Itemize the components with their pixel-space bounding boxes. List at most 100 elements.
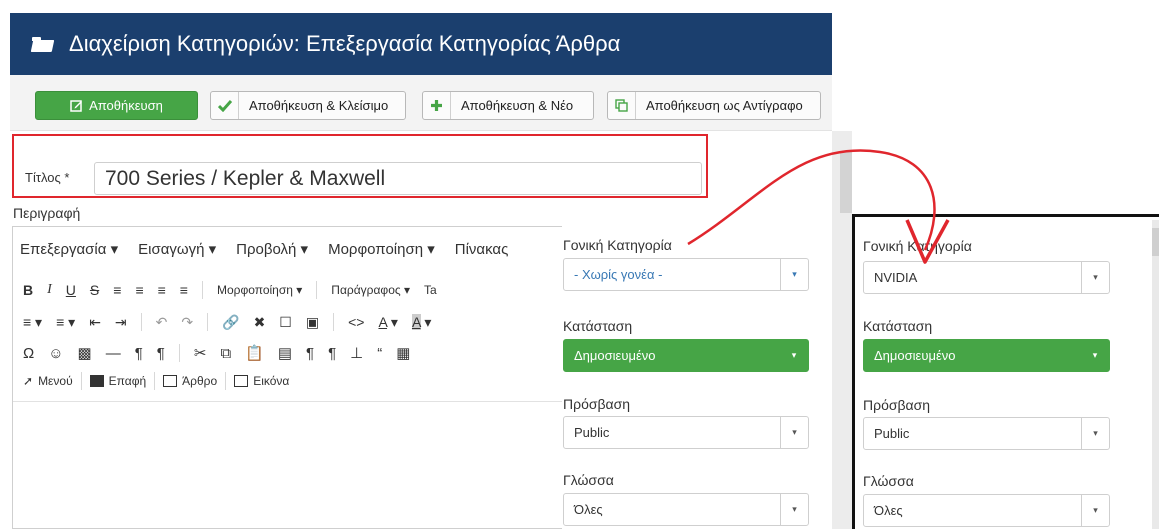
save-close-button[interactable]: Αποθήκευση & Κλείσιμο bbox=[210, 91, 406, 120]
right-scrollbar-thumb[interactable] bbox=[1152, 228, 1159, 256]
toolbar-divider bbox=[225, 372, 227, 390]
chevron-down-icon: ▾ bbox=[1081, 495, 1109, 526]
rtl-icon[interactable]: ¶ bbox=[157, 345, 165, 362]
menu-view[interactable]: Προβολή ▾ bbox=[236, 240, 308, 258]
parent-category-label: Γονική Κατηγορία bbox=[863, 238, 972, 254]
menu-table[interactable]: Πίνακας bbox=[455, 241, 509, 258]
category-options-after: Γονική Κατηγορία NVIDIA ▾ Κατάσταση Δημο… bbox=[852, 214, 1159, 529]
access-select[interactable]: Public ▾ bbox=[563, 416, 809, 449]
editor-toolbar-row-1: B I U S ≡ ≡ ≡ ≡ Μορφοποίηση ▾ Παράγραφος… bbox=[13, 279, 572, 301]
paste-icon[interactable]: 📋 bbox=[245, 344, 264, 362]
italic-icon[interactable]: I bbox=[47, 282, 52, 298]
contact-insert-button[interactable]: Επαφή bbox=[89, 374, 146, 388]
toolbar-divider bbox=[154, 372, 156, 390]
access-select[interactable]: Public ▾ bbox=[863, 417, 1110, 450]
page-title: Διαχείριση Κατηγοριών: Επεξεργασία Κατηγ… bbox=[69, 31, 621, 56]
undo-icon[interactable]: ↶ bbox=[156, 314, 168, 331]
plus-icon bbox=[423, 92, 451, 119]
parent-category-select[interactable]: - Χωρίς γονέα - ▾ bbox=[563, 258, 809, 291]
article-insert-label: Άρθρο bbox=[182, 374, 218, 388]
language-select[interactable]: Όλες ▾ bbox=[863, 494, 1110, 527]
omega-icon[interactable]: Ω bbox=[23, 345, 34, 362]
anchor-icon[interactable]: ⊥ bbox=[350, 344, 363, 362]
article-insert-button[interactable]: Άρθρο bbox=[163, 374, 217, 388]
align-center-icon[interactable]: ≡ bbox=[135, 282, 143, 298]
save-new-label: Αποθήκευση & Νέο bbox=[461, 98, 574, 113]
chevron-down-icon: ▾ bbox=[1081, 418, 1109, 449]
status-label: Κατάσταση bbox=[863, 318, 933, 334]
cut-icon[interactable]: ✂ bbox=[194, 344, 207, 362]
underline-icon[interactable]: U bbox=[66, 282, 76, 298]
right-scrollbar[interactable] bbox=[1152, 220, 1159, 529]
scrollbar-track[interactable] bbox=[832, 131, 852, 529]
code-icon[interactable]: <> bbox=[348, 314, 364, 330]
more-dropdown-icon[interactable]: Ta bbox=[424, 283, 437, 297]
indent-icon[interactable]: ⇥ bbox=[115, 314, 127, 331]
status-select[interactable]: Δημοσιευμένο ▾ bbox=[563, 339, 809, 372]
image-insert-label: Εικόνα bbox=[253, 374, 290, 388]
access-value: Public bbox=[874, 426, 910, 441]
editor-toolbar-row-3: Ω ☺ ▩ — ¶ ¶ ✂ ⧉ 📋 ▤ ¶ ¶ ⊥ “ ▦ bbox=[13, 341, 572, 365]
language-select[interactable]: Όλες ▾ bbox=[563, 493, 809, 526]
outdent-icon[interactable]: ⇤ bbox=[89, 314, 101, 331]
image-icon[interactable]: ▣ bbox=[306, 314, 319, 331]
media-icon[interactable]: ▩ bbox=[78, 344, 92, 362]
toolbar-divider bbox=[80, 372, 82, 390]
status-select[interactable]: Δημοσιευμένο ▾ bbox=[863, 339, 1110, 372]
language-value: Όλες bbox=[574, 502, 603, 517]
paste-text-icon[interactable]: ▤ bbox=[278, 344, 292, 362]
menu-insert-button[interactable]: ➚ Μενού bbox=[23, 374, 73, 388]
align-left-icon[interactable]: ≡ bbox=[113, 282, 121, 298]
editor-menubar: Επεξεργασία ▾ Εισαγωγή ▾ Προβολή ▾ Μορφο… bbox=[13, 227, 572, 271]
text-color-icon[interactable]: A ▾ bbox=[378, 314, 398, 331]
image-insert-button[interactable]: Εικόνα bbox=[234, 374, 289, 388]
category-options-before: Γονική Κατηγορία - Χωρίς γονέα - ▾ Κατάσ… bbox=[562, 204, 832, 529]
link-icon[interactable]: 🔗 bbox=[222, 314, 239, 331]
bookmark-icon[interactable]: ☐ bbox=[279, 314, 292, 331]
redo-icon[interactable]: ↷ bbox=[181, 314, 193, 331]
editor-toolbar-row-2: ≡ ▾ ≡ ▾ ⇤ ⇥ ↶ ↷ 🔗 ✖ ☐ ▣ <> A ▾ A ▾ bbox=[13, 311, 572, 333]
align-justify-icon[interactable]: ≡ bbox=[180, 282, 188, 298]
bullet-list-icon[interactable]: ≡ ▾ bbox=[23, 314, 42, 331]
copy-icon[interactable]: ⧉ bbox=[220, 345, 231, 362]
bold-icon[interactable]: B bbox=[23, 282, 33, 298]
toolbar-divider bbox=[207, 313, 209, 331]
menu-insert-label: Μενού bbox=[38, 374, 73, 388]
background-color-icon[interactable]: A ▾ bbox=[411, 313, 431, 331]
status-value: Δημοσιευμένο bbox=[874, 348, 956, 363]
language-label: Γλώσσα bbox=[563, 472, 614, 488]
access-value: Public bbox=[574, 425, 610, 440]
copy-icon bbox=[608, 92, 636, 119]
scrollbar-thumb[interactable] bbox=[840, 151, 852, 213]
parent-category-select[interactable]: NVIDIA ▾ bbox=[863, 261, 1110, 294]
save-new-button[interactable]: Αποθήκευση & Νέο bbox=[422, 91, 594, 120]
align-right-icon[interactable]: ≡ bbox=[158, 282, 166, 298]
blockquote-icon[interactable]: “ bbox=[377, 345, 382, 362]
arrow-out-icon: ➚ bbox=[23, 374, 34, 388]
save-close-label: Αποθήκευση & Κλείσιμο bbox=[249, 98, 389, 113]
menu-edit[interactable]: Επεξεργασία ▾ bbox=[20, 240, 118, 258]
toolbar-divider bbox=[178, 344, 180, 362]
numbered-list-icon[interactable]: ≡ ▾ bbox=[56, 314, 75, 331]
menu-insert[interactable]: Εισαγωγή ▾ bbox=[138, 240, 216, 258]
menu-format[interactable]: Μορφοποίηση ▾ bbox=[328, 240, 435, 258]
horizontal-rule-icon[interactable]: — bbox=[106, 345, 121, 362]
paragraph-dropdown[interactable]: Παράγραφος ▾ bbox=[331, 283, 410, 297]
unlink-icon[interactable]: ✖ bbox=[254, 314, 266, 331]
title-input[interactable]: 700 Series / Kepler & Maxwell bbox=[94, 162, 702, 195]
toolbar-divider bbox=[140, 313, 142, 331]
format-dropdown[interactable]: Μορφοποίηση ▾ bbox=[217, 283, 302, 297]
status-label: Κατάσταση bbox=[563, 318, 633, 334]
emoticon-icon[interactable]: ☺ bbox=[48, 345, 63, 362]
show-blocks-icon[interactable]: ¶ bbox=[306, 345, 314, 362]
parent-category-label: Γονική Κατηγορία bbox=[563, 237, 672, 253]
visual-chars-icon[interactable]: ¶ bbox=[328, 345, 336, 362]
save-copy-label: Αποθήκευση ως Αντίγραφο bbox=[646, 98, 803, 113]
ltr-icon[interactable]: ¶ bbox=[135, 345, 143, 362]
parent-category-value: NVIDIA bbox=[874, 270, 918, 285]
template-icon[interactable]: ▦ bbox=[396, 344, 410, 362]
save-copy-button[interactable]: Αποθήκευση ως Αντίγραφο bbox=[607, 91, 821, 120]
status-value: Δημοσιευμένο bbox=[574, 348, 656, 363]
strikethrough-icon[interactable]: S bbox=[90, 282, 99, 298]
save-button[interactable]: Αποθήκευση bbox=[35, 91, 198, 120]
